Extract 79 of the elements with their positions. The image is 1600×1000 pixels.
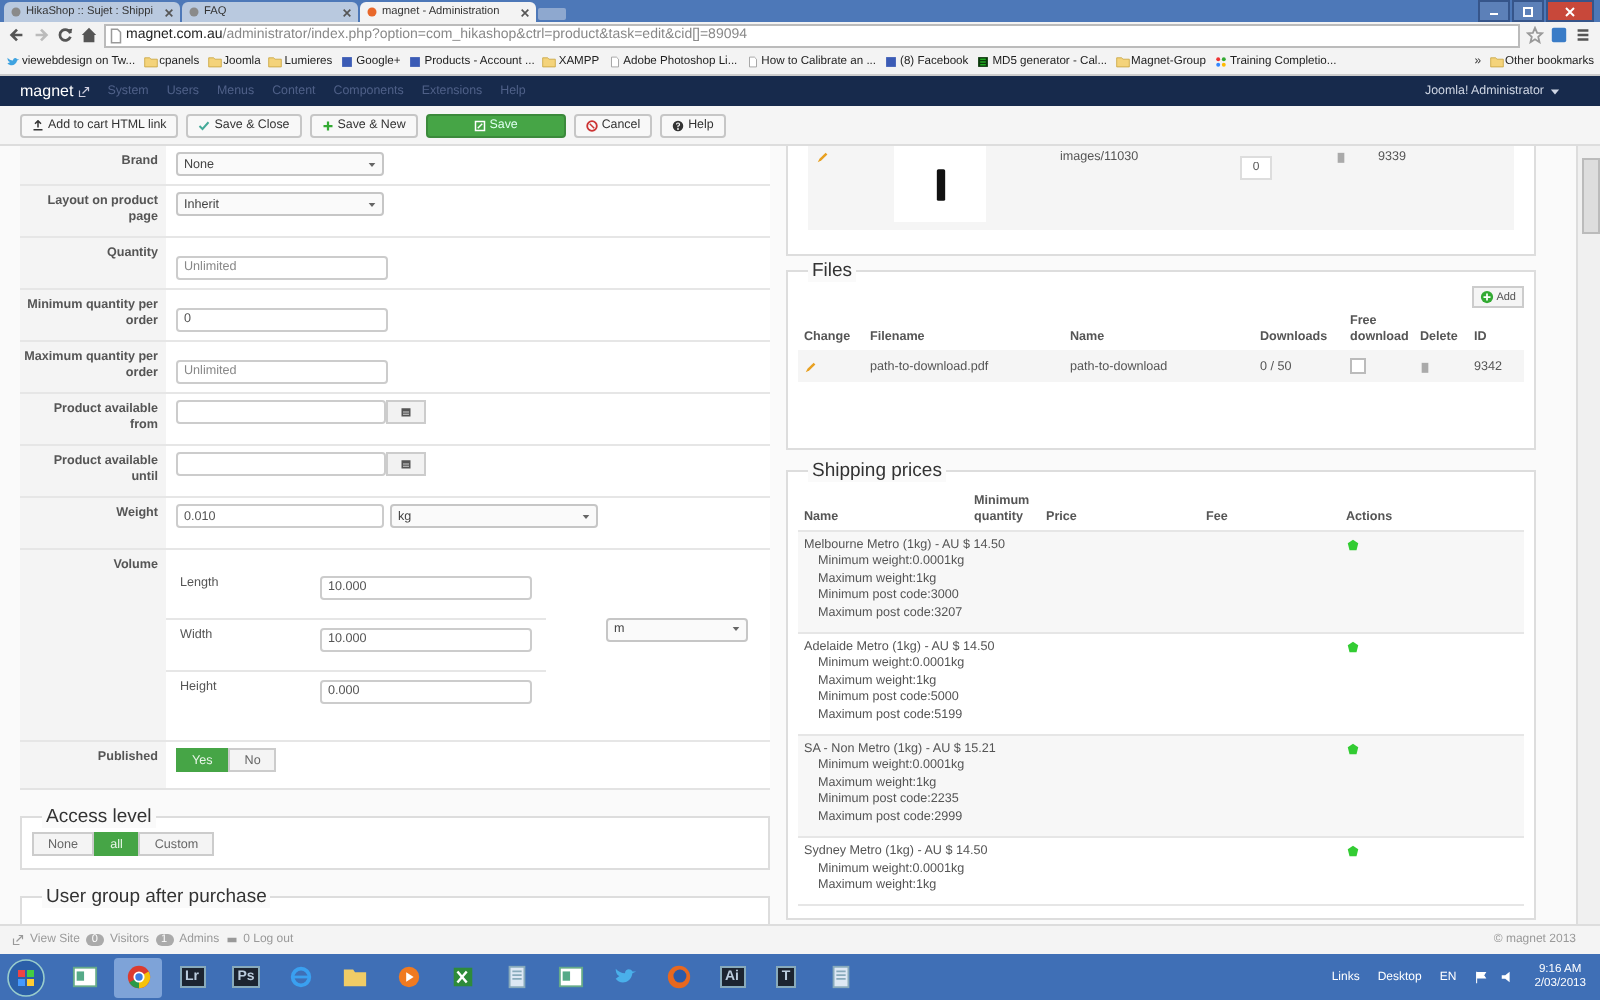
calendar-button[interactable]: [386, 452, 426, 476]
grid-icon: [976, 55, 991, 67]
home-icon[interactable]: [80, 26, 98, 44]
menu-icon[interactable]: [1574, 26, 1592, 44]
folder-icon: [207, 55, 222, 67]
start-button[interactable]: [6, 957, 46, 997]
date-field[interactable]: [176, 400, 386, 424]
close-icon[interactable]: [342, 7, 352, 17]
reload-icon[interactable]: [56, 26, 74, 44]
trash-icon[interactable]: [1420, 359, 1430, 373]
caret-icon: [368, 201, 376, 207]
plus-icon: [321, 119, 334, 131]
trash-icon[interactable]: [1336, 150, 1346, 164]
page-icon: [745, 55, 760, 67]
maximize-button[interactable]: [1512, 0, 1544, 22]
external-link-icon: [12, 934, 24, 946]
document-icon: [503, 964, 529, 990]
plus-icon: [1480, 290, 1495, 304]
checkbox[interactable]: [1350, 358, 1366, 374]
folder-icon: [1115, 55, 1130, 67]
folder-icon: [542, 55, 557, 67]
play-icon: [395, 964, 421, 990]
calendar-button[interactable]: [386, 400, 426, 424]
document-icon: [827, 964, 853, 990]
close-icon[interactable]: [520, 7, 530, 17]
section-title: Files: [808, 260, 857, 282]
speaker-icon[interactable]: [1500, 970, 1515, 984]
section-title: Access level: [42, 806, 156, 828]
scrollbar[interactable]: [1576, 146, 1600, 924]
close-button[interactable]: [1546, 0, 1594, 22]
back-icon[interactable]: [8, 26, 26, 44]
caret-icon: [732, 626, 740, 632]
square-icon: [884, 55, 899, 67]
pencil-icon[interactable]: [804, 359, 818, 373]
caret-icon: [582, 513, 590, 519]
caret-icon[interactable]: [1550, 87, 1560, 95]
taskbar-app[interactable]: [114, 957, 162, 997]
folder-icon: [341, 964, 367, 990]
window-icon: [557, 964, 583, 990]
folder-icon: [268, 55, 283, 67]
dots-icon: [1213, 55, 1228, 67]
page-icon: [110, 27, 122, 43]
close-icon[interactable]: [164, 7, 174, 17]
pencil-icon[interactable]: [816, 150, 830, 164]
spreadsheet-icon: [449, 964, 475, 990]
external-link-icon[interactable]: [77, 85, 90, 97]
minimize-button[interactable]: [1478, 0, 1510, 22]
tab-favicon-icon: [366, 6, 378, 18]
upload-icon: [32, 119, 44, 131]
window-icon: [71, 964, 97, 990]
section-title: Shipping prices: [808, 460, 946, 482]
bird-icon: [6, 55, 20, 67]
folder-icon: [143, 55, 158, 67]
chrome-icon: [125, 964, 151, 990]
help-icon: [672, 119, 685, 131]
calendar-icon: [400, 458, 412, 470]
star-icon[interactable]: [1526, 26, 1544, 44]
device-drawing: [935, 167, 945, 201]
tab-favicon-icon: [10, 6, 22, 18]
check-icon: [198, 119, 211, 131]
cancel-icon: [585, 119, 598, 131]
folder-icon: [1489, 55, 1504, 67]
section-title: User group after purchase: [42, 886, 271, 908]
caret-icon: [368, 161, 376, 167]
minus-icon: [225, 934, 238, 946]
tab-favicon-icon: [188, 6, 200, 18]
edit-icon: [473, 119, 486, 131]
close-icon: [1560, 5, 1580, 17]
scrollbar-thumb[interactable]: [1582, 158, 1600, 234]
extension-icon[interactable]: [1550, 26, 1568, 44]
square-icon: [408, 55, 423, 67]
calendar-icon: [400, 406, 412, 418]
e-logo-icon: [287, 964, 313, 990]
site-logo[interactable]: magnet: [20, 82, 74, 100]
square-icon: [340, 55, 355, 67]
date-field[interactable]: [176, 452, 386, 476]
maximize-icon: [1518, 5, 1538, 17]
page-icon: [607, 55, 622, 67]
flag-icon[interactable]: [1474, 970, 1489, 984]
